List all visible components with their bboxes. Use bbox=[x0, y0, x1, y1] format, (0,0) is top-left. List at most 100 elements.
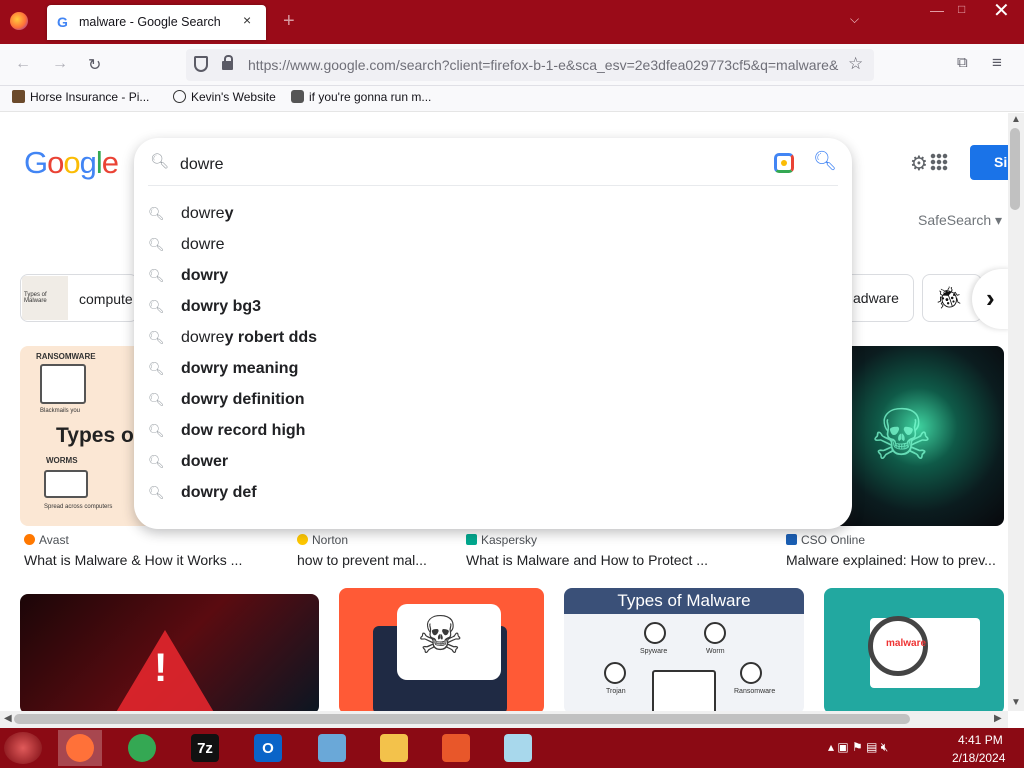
suggestion-text: dowre bbox=[181, 236, 225, 253]
image-text: WORMS bbox=[46, 456, 78, 465]
result-title[interactable]: What is Malware and How to Protect ... bbox=[466, 552, 708, 568]
suggestion-item[interactable]: 🔍︎ dow record high bbox=[134, 417, 852, 448]
suggestion-text: dowry def bbox=[181, 484, 257, 501]
result-source[interactable]: CSO Online bbox=[786, 533, 865, 547]
search-icon: 🔍︎ bbox=[148, 330, 165, 345]
suggestion-item[interactable]: 🔍︎ dower bbox=[134, 448, 852, 479]
exclamation-icon: ! bbox=[154, 646, 168, 690]
minimize-icon[interactable]: — bbox=[930, 2, 944, 18]
suggestion-item[interactable]: 🔍︎ dowry definition bbox=[134, 386, 852, 417]
suggestion-text: dowry bbox=[181, 267, 229, 284]
scroll-right-arrow-icon[interactable]: ▶ bbox=[994, 713, 1002, 724]
taskbar-chrome-button[interactable] bbox=[120, 730, 164, 766]
search-submit-icon[interactable]: 🔍︎ bbox=[813, 149, 837, 173]
tab-google-search[interactable]: G malware - Google Search × bbox=[47, 5, 266, 40]
suggestion-item[interactable]: 🔍︎ dowry def bbox=[134, 479, 852, 510]
taskbar-file-explorer-button[interactable] bbox=[372, 730, 416, 766]
firefox-menu-icon[interactable] bbox=[10, 12, 28, 30]
globe-icon bbox=[173, 90, 186, 103]
start-button[interactable] bbox=[4, 732, 42, 764]
cso-online-icon bbox=[786, 534, 797, 545]
reload-icon[interactable]: ↻ bbox=[88, 55, 101, 75]
suggestion-item[interactable]: 🔍︎ dowrey robert dds bbox=[134, 324, 852, 355]
search-icon: 🔍︎ bbox=[148, 268, 165, 283]
window-close-icon[interactable]: ✕ bbox=[993, 0, 1010, 23]
safesearch-dropdown[interactable]: SafeSearch ▾ bbox=[918, 212, 1002, 229]
image-text: Types o bbox=[56, 424, 134, 447]
scroll-down-arrow-icon[interactable]: ▼ bbox=[1011, 697, 1021, 708]
image-result-malware-magnifier[interactable]: malware bbox=[824, 588, 1004, 711]
filter-chip-computer[interactable]: Types of Malware compute bbox=[20, 274, 138, 322]
google-lens-icon[interactable] bbox=[774, 153, 794, 173]
image-result-cso[interactable]: ☠ bbox=[832, 346, 1004, 526]
taskbar-7zip-button[interactable]: 7z bbox=[183, 730, 227, 766]
horizontal-scroll-thumb[interactable] bbox=[14, 714, 910, 724]
search-input[interactable] bbox=[180, 154, 740, 176]
chevron-down-icon[interactable]: ⌵ bbox=[850, 12, 859, 27]
result-source[interactable]: Avast bbox=[24, 533, 69, 547]
result-title[interactable]: What is Malware & How it Works ... bbox=[24, 552, 242, 568]
extensions-icon[interactable]: ⧉ bbox=[957, 54, 968, 71]
lock-icon[interactable] bbox=[222, 55, 233, 70]
chip-thumbnail: Types of Malware bbox=[22, 276, 68, 320]
google-logo[interactable]: Google bbox=[24, 145, 119, 181]
taskbar-notepad-button[interactable] bbox=[496, 730, 540, 766]
back-icon[interactable]: ← bbox=[15, 55, 31, 73]
suggestion-text: dowrey bbox=[181, 205, 234, 222]
url-text[interactable]: https://www.google.com/search?client=fir… bbox=[248, 57, 840, 73]
image-text: Blackmails you bbox=[40, 408, 81, 414]
hamburger-menu-icon[interactable]: ≡ bbox=[992, 53, 1002, 73]
suggestion-text: dow record high bbox=[181, 422, 306, 439]
ransomware-illustration bbox=[40, 364, 86, 404]
suggestion-text: dower bbox=[181, 453, 229, 470]
close-icon[interactable]: × bbox=[243, 12, 251, 28]
result-source[interactable]: Norton bbox=[297, 533, 348, 547]
search-icon: 🔍︎ bbox=[148, 299, 165, 314]
address-bar[interactable]: https://www.google.com/search?client=fir… bbox=[186, 49, 874, 81]
scroll-up-arrow-icon[interactable]: ▲ bbox=[1011, 114, 1021, 125]
image-header: Types of Malware bbox=[564, 588, 804, 614]
search-autocomplete-box: 🔍︎ 🔍︎ 🔍︎dowrey🔍︎dowre🔍︎dowry🔍︎dowry bg3🔍… bbox=[134, 138, 852, 529]
suggestion-item[interactable]: 🔍︎ dowre bbox=[134, 231, 852, 262]
bookmark-star-icon[interactable]: ☆ bbox=[848, 54, 863, 74]
settings-gear-icon[interactable]: ⚙ bbox=[910, 151, 928, 176]
taskbar-control-panel-button[interactable] bbox=[310, 730, 354, 766]
suggestion-item[interactable]: 🔍︎ dowry bg3 bbox=[134, 293, 852, 324]
bookmarks-toolbar: Horse Insurance - Pi... Kevin's Website … bbox=[0, 86, 1024, 112]
system-tray[interactable]: ▴ ▣ ⚑ ▤ 🔇︎ bbox=[828, 740, 888, 755]
new-tab-button[interactable]: + bbox=[283, 10, 295, 33]
taskbar-outlook-button[interactable]: O bbox=[246, 730, 290, 766]
clock-date[interactable]: 2/18/2024 bbox=[952, 751, 1005, 765]
laptop-icon bbox=[652, 670, 716, 711]
result-title[interactable]: how to prevent mal... bbox=[297, 552, 427, 568]
control-panel-icon bbox=[318, 734, 346, 762]
maximize-icon[interactable]: □ bbox=[958, 2, 965, 16]
image-result-skull-screen[interactable]: ☠ bbox=[339, 588, 544, 711]
suggestion-item[interactable]: 🔍︎ dowry meaning bbox=[134, 355, 852, 386]
image-result-types-of-malware[interactable]: Types of Malware Spyware Worm Trojan Ran… bbox=[564, 588, 804, 711]
result-title[interactable]: Malware explained: How to prev... bbox=[786, 552, 996, 568]
result-source[interactable]: Kaspersky bbox=[466, 533, 537, 547]
horse-icon bbox=[12, 90, 25, 103]
suggestion-item[interactable]: 🔍︎ dowrey bbox=[134, 200, 852, 231]
tracking-protection-shield-icon[interactable] bbox=[194, 56, 208, 72]
search-icon: 🔍︎ bbox=[150, 153, 170, 170]
image-text: Spread across computers bbox=[44, 504, 113, 510]
image-text: malware bbox=[886, 638, 927, 649]
sign-in-button[interactable]: Si bbox=[970, 145, 1008, 180]
scroll-left-arrow-icon[interactable]: ◀ bbox=[4, 713, 12, 724]
bookmark-kevins-website[interactable]: Kevin's Website bbox=[173, 90, 276, 104]
google-apps-icon[interactable] bbox=[930, 153, 948, 171]
taskbar-media-player-button[interactable] bbox=[434, 730, 478, 766]
7zip-icon: 7z bbox=[191, 734, 219, 762]
clock-time[interactable]: 4:41 PM bbox=[958, 733, 1003, 747]
image-text: Worm bbox=[706, 648, 725, 655]
skull-icon: ☠ bbox=[870, 396, 933, 474]
bookmark-gonna-run[interactable]: if you're gonna run m... bbox=[291, 90, 431, 104]
suggestion-item[interactable]: 🔍︎ dowry bbox=[134, 262, 852, 293]
image-result-warning[interactable]: ! bbox=[20, 594, 319, 711]
bookmark-horse-insurance[interactable]: Horse Insurance - Pi... bbox=[12, 90, 149, 104]
taskbar-firefox-button[interactable] bbox=[58, 730, 102, 766]
forward-icon[interactable]: → bbox=[52, 55, 68, 73]
vertical-scroll-thumb[interactable] bbox=[1010, 128, 1020, 210]
